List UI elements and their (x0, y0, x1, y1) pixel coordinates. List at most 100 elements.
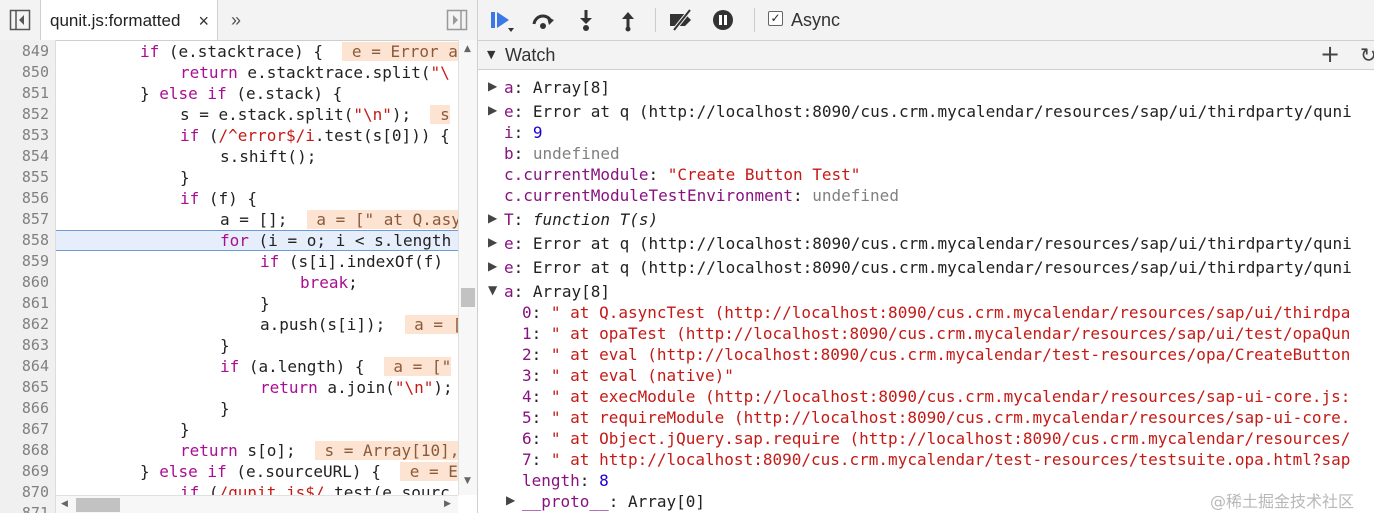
watch-expression[interactable]: T: function T(s) (504, 209, 658, 230)
array-length[interactable]: length: 8 (522, 470, 609, 491)
array-item[interactable]: 6: " at Object.jQuery.sap.require (http:… (522, 428, 1350, 449)
expand-triangle-icon[interactable]: ▶ (488, 211, 497, 225)
line-number[interactable]: 871 (0, 503, 49, 513)
add-watch-icon[interactable]: + (1320, 39, 1340, 69)
array-item[interactable]: 2: " at eval (http://localhost:8090/cus.… (522, 344, 1350, 365)
pause-on-exceptions-icon[interactable] (710, 8, 736, 32)
toolbar-divider (655, 8, 656, 32)
close-icon[interactable]: × (198, 0, 209, 42)
inline-value: a = [" (383, 357, 452, 376)
line-number[interactable]: 850 (0, 62, 49, 83)
line-number[interactable]: 864 (0, 356, 49, 377)
debugger-toggle-icon[interactable] (446, 9, 468, 31)
line-number[interactable]: 869 (0, 461, 49, 482)
watermark: @稀土掘金技术社区 (1210, 492, 1355, 511)
line-number[interactable]: 852 (0, 104, 49, 125)
code-line: if (s[i].indexOf(f) (260, 252, 444, 271)
code-line: } (220, 336, 230, 355)
sources-panel: qunit.js:formatted × » 849 850 851 852 8… (0, 0, 478, 513)
code-line: if (a.length) { a = [" (220, 357, 452, 376)
line-number[interactable]: 857 (0, 209, 49, 230)
line-number[interactable]: 858 (0, 230, 49, 251)
vertical-scrollbar[interactable]: ▲ ▼ (458, 40, 477, 495)
line-number[interactable]: 862 (0, 314, 49, 335)
watch-expression[interactable]: e: Error at q (http://localhost:8090/cus… (504, 233, 1352, 254)
resume-icon[interactable] (488, 8, 514, 32)
code-line: } (180, 420, 190, 439)
debugger-toolbar: ✓ Async (478, 0, 1374, 41)
line-number[interactable]: 865 (0, 377, 49, 398)
watch-expression[interactable]: c.currentModule: "Create Button Test" (504, 164, 860, 185)
watch-expression[interactable]: b: undefined (504, 143, 620, 164)
scrollbar-thumb[interactable] (461, 288, 475, 307)
tab-label: qunit.js:formatted (50, 11, 181, 30)
line-number[interactable]: 859 (0, 251, 49, 272)
code-line: return e.stacktrace.split("\ (180, 63, 450, 82)
step-into-icon[interactable] (573, 8, 599, 32)
scroll-left-icon[interactable]: ◀ (61, 499, 68, 509)
deactivate-breakpoints-icon[interactable] (668, 8, 694, 32)
horizontal-scrollbar[interactable]: ◀ ▶ (56, 495, 458, 513)
array-item[interactable]: 1: " at opaTest (http://localhost:8090/c… (522, 323, 1350, 344)
watch-expression[interactable]: e: Error at q (http://localhost:8090/cus… (504, 257, 1352, 278)
inline-value: a = [ (404, 315, 458, 334)
array-item[interactable]: 5: " at requireModule (http://localhost:… (522, 407, 1350, 428)
refresh-watch-icon[interactable]: ↻ (1360, 41, 1374, 69)
tab-qunit-formatted[interactable]: qunit.js:formatted × (40, 0, 218, 40)
line-number-gutter[interactable]: 849 850 851 852 853 854 855 856 857 858 … (0, 40, 56, 513)
watch-expression[interactable]: a: Array[8] (504, 281, 610, 302)
code-line: return a.join("\n"); (260, 378, 453, 397)
code-line: for (i = o; i < s.length (220, 231, 452, 250)
scroll-right-icon[interactable]: ▶ (444, 499, 451, 509)
array-item[interactable]: 3: " at eval (native)" (522, 365, 734, 386)
line-number[interactable]: 870 (0, 482, 49, 503)
line-number[interactable]: 855 (0, 167, 49, 188)
line-number[interactable]: 863 (0, 335, 49, 356)
toolbar-divider (754, 8, 755, 32)
code-line: } else if (e.sourceURL) { e = E (140, 462, 458, 481)
line-number[interactable]: 868 (0, 440, 49, 461)
code-line: s.shift(); (220, 147, 317, 166)
async-checkbox[interactable]: ✓ (768, 11, 783, 26)
scroll-up-icon[interactable]: ▲ (464, 44, 471, 54)
array-item[interactable]: 4: " at execModule (http://localhost:809… (522, 386, 1350, 407)
scroll-down-icon[interactable]: ▼ (464, 476, 471, 486)
watch-expression[interactable]: c.currentModuleTestEnvironment: undefine… (504, 185, 899, 206)
watch-expression[interactable]: e: Error at q (http://localhost:8090/cus… (504, 101, 1352, 122)
expand-triangle-icon[interactable]: ▶ (488, 235, 497, 249)
line-number[interactable]: 860 (0, 272, 49, 293)
line-number[interactable]: 867 (0, 419, 49, 440)
array-proto[interactable]: __proto__: Array[0] (522, 491, 705, 512)
line-number[interactable]: 849 (0, 41, 49, 62)
collapse-triangle-icon[interactable]: ▼ (487, 48, 495, 61)
array-item[interactable]: 0: " at Q.asyncTest (http://localhost:80… (522, 302, 1350, 323)
code-editor[interactable]: if (e.stacktrace) { e = Error a return e… (56, 40, 458, 495)
code-line: } (180, 168, 190, 187)
line-number[interactable]: 854 (0, 146, 49, 167)
line-number[interactable]: 856 (0, 188, 49, 209)
step-out-icon[interactable] (615, 8, 641, 32)
expand-triangle-icon[interactable]: ▶ (506, 493, 515, 507)
watch-section-header[interactable]: ▼ Watch + ↻ (478, 39, 1374, 70)
line-number[interactable]: 853 (0, 125, 49, 146)
line-number[interactable]: 861 (0, 293, 49, 314)
scrollbar-thumb[interactable] (76, 498, 120, 512)
navigator-toggle-icon[interactable] (9, 9, 31, 31)
array-item[interactable]: 7: " at http://localhost:8090/cus.crm.my… (522, 449, 1350, 470)
inline-value: e = Error a (342, 42, 458, 61)
async-label[interactable]: Async (791, 0, 840, 41)
expand-triangle-icon[interactable]: ▶ (488, 79, 497, 93)
watch-expression[interactable]: i: 9 (504, 122, 543, 143)
more-tabs-icon[interactable]: » (231, 0, 241, 40)
step-over-icon[interactable] (530, 8, 556, 32)
line-number[interactable]: 851 (0, 83, 49, 104)
line-number[interactable]: 866 (0, 398, 49, 419)
code-line: } (220, 399, 230, 418)
watch-expression[interactable]: a: Array[8] (504, 77, 610, 98)
expand-triangle-icon[interactable]: ▶ (488, 259, 497, 273)
collapse-triangle-icon[interactable]: ▼ (488, 283, 497, 297)
code-line: if (f) { (180, 189, 258, 208)
code-line: break; (300, 273, 358, 292)
expand-triangle-icon[interactable]: ▶ (488, 103, 497, 117)
debugger-sidebar: ✓ Async ▼ Watch + ↻ ▶ a: Array[8] ▶ e: E… (478, 0, 1374, 513)
